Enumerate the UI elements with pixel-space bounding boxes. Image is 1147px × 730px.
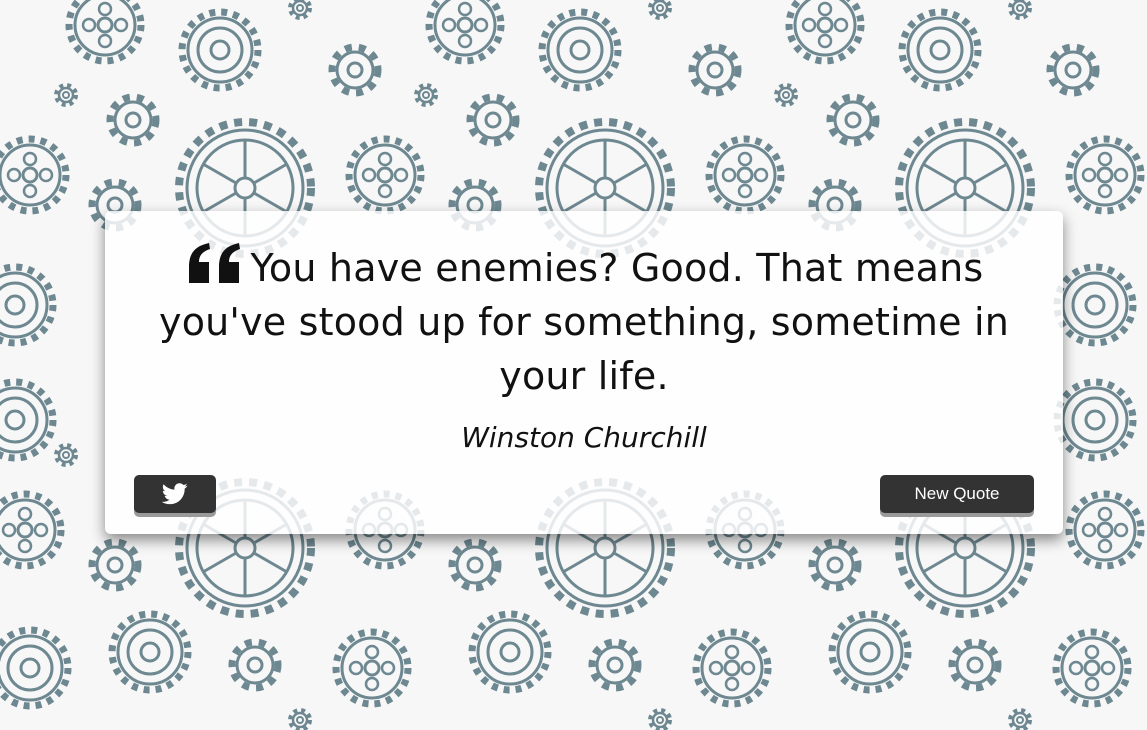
twitter-icon [162,483,188,505]
quote-left-icon [188,243,240,283]
quote-card: You have enemies? Good. That means you'v… [105,211,1063,534]
quote-text-block: You have enemies? Good. That means you'v… [145,241,1023,403]
quote-text: You have enemies? Good. That means you'v… [159,246,1009,398]
tweet-button[interactable] [134,475,216,513]
new-quote-button[interactable]: New Quote [880,475,1034,513]
quote-author: Winston Churchill [461,421,707,454]
